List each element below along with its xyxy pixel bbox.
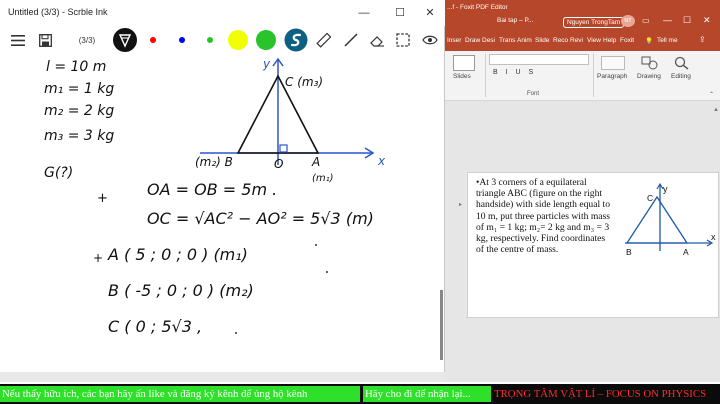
- coordinate-b: B ( -5 ; 0 ; 0 ) (m₂): [108, 281, 254, 300]
- lightbulb-icon: 💡: [645, 38, 654, 45]
- foxit-window-title: ...f - Foxit PDF Editor: [447, 4, 508, 11]
- color-blue-swatch[interactable]: [179, 37, 185, 43]
- unknown-centre-of-mass: G(?): [44, 165, 73, 181]
- ink-scrollbar[interactable]: [440, 290, 443, 360]
- shapes-icon[interactable]: [641, 56, 659, 70]
- given-mass-3: m₃ = 3 kg: [44, 128, 114, 144]
- slides-group-label: Slides: [453, 73, 471, 80]
- bottom-banner: Nếu thấy hữu ích, các bạn hãy ấn like và…: [0, 384, 720, 404]
- ink-toolbar: (3/3): [0, 26, 445, 54]
- banner-subscribe-text: Nếu thấy hữu ích, các bạn hãy ấn like và…: [0, 386, 360, 402]
- coordinate-c: C ( 0 ; 5√3 ,: [108, 317, 202, 336]
- figure-axis-y: y: [663, 184, 668, 194]
- pen-tool-button[interactable]: [112, 28, 138, 52]
- tab-insert[interactable]: Inser: [447, 37, 461, 44]
- sketch-label-a: A: [311, 155, 320, 169]
- ribbon-tab-bar: Inser Draw Desi Trans Anim Slide Reco Re…: [445, 33, 720, 51]
- figure-label-c: C: [647, 193, 653, 203]
- banner-channel-name: TRỌNG TÂM VẬT LÍ – FOCUS ON PHYSICS: [494, 388, 707, 400]
- coordinate-a: A ( 5 ; 0 ; 0 ) (m₁): [107, 245, 248, 264]
- tab-draw[interactable]: Draw: [465, 37, 480, 44]
- minimize-button[interactable]: —: [352, 4, 376, 22]
- equation-oa-ob: OA = OB = 5m .: [147, 180, 277, 199]
- tab-slideshow[interactable]: Slide: [535, 37, 549, 44]
- slide-triangle-figure: y x C B A: [625, 182, 716, 257]
- banner-give-text: Hãy cho đi để nhận lại...: [363, 386, 491, 402]
- tab-animations[interactable]: Anim: [517, 37, 532, 44]
- share-icon[interactable]: ⇪: [699, 35, 706, 44]
- tab-record[interactable]: Reco: [553, 37, 568, 44]
- editing-group-label: Editing: [671, 73, 691, 80]
- tab-foxit[interactable]: Foxit: [620, 37, 634, 44]
- close-button[interactable]: ✕: [418, 4, 442, 22]
- color-red-swatch[interactable]: [150, 37, 156, 43]
- paragraph-icon[interactable]: [601, 56, 625, 70]
- plus-marker-1: +: [97, 191, 108, 206]
- sketch-axis-x: x: [377, 154, 386, 168]
- find-icon[interactable]: [674, 56, 690, 70]
- sketch-label-o: O: [274, 157, 283, 171]
- ink-titlebar: Untitled (3/3) - Scrble Ink — ☐ ✕: [0, 0, 445, 26]
- figure-label-b: B: [626, 247, 632, 257]
- menu-icon[interactable]: [8, 28, 28, 52]
- scroll-up-icon[interactable]: ▲: [713, 107, 719, 113]
- sketch-axis-y: y: [262, 57, 271, 71]
- slide-content: •At 3 corners of a equilateral triangle …: [467, 172, 719, 318]
- font-group-label: Font: [527, 91, 540, 97]
- figure-label-a: A: [683, 247, 689, 257]
- foxit-titlebar: ...f - Foxit PDF Editor Bai tap – P... N…: [445, 0, 720, 33]
- lasso-select-icon[interactable]: [394, 28, 412, 52]
- sketch-label-b: (m₂) B: [195, 155, 233, 169]
- ink-window-title: Untitled (3/3) - Scrble Ink: [8, 7, 108, 17]
- save-icon[interactable]: [36, 28, 54, 52]
- font-name-dropdown[interactable]: [489, 54, 589, 65]
- ribbon: Slides B I U S Font Paragraph Drawing Ed…: [445, 51, 720, 101]
- view-eye-icon[interactable]: [420, 28, 440, 52]
- problem-statement: •At 3 corners of a equilateral triangle …: [476, 177, 611, 256]
- document-area: ▲ ▸ •At 3 corners of a equilateral trian…: [445, 101, 720, 382]
- color-green-swatch[interactable]: [207, 37, 213, 43]
- sketch-label-c: C (m₃): [285, 75, 323, 89]
- ink-statusbar: [0, 372, 445, 382]
- given-side-length: l = 10 m: [46, 59, 106, 75]
- ink-canvas[interactable]: l = 10 m m₁ = 1 kg m₂ = 2 kg m₃ = 3 kg G…: [0, 54, 445, 372]
- tab-view[interactable]: View: [587, 37, 601, 44]
- maximize-button[interactable]: ☐: [388, 4, 412, 22]
- plus-marker-2: +: [93, 251, 103, 265]
- tab-review[interactable]: Revi: [570, 37, 583, 44]
- tab-design[interactable]: Desi: [482, 37, 495, 44]
- new-slide-icon[interactable]: [453, 55, 475, 71]
- eraser-icon[interactable]: [368, 28, 386, 52]
- foxit-window: ...f - Foxit PDF Editor Bai tap – P... N…: [445, 0, 720, 382]
- expand-icon[interactable]: ▸: [459, 201, 462, 208]
- figure-axis-x: x: [711, 232, 716, 242]
- stroke-style-button[interactable]: [284, 28, 308, 52]
- screen: Untitled (3/3) - Scrble Ink — ☐ ✕ (3/3): [0, 0, 720, 404]
- scrble-ink-window: Untitled (3/3) - Scrble Ink — ☐ ✕ (3/3): [0, 0, 445, 382]
- page-indicator: (3/3): [78, 35, 96, 45]
- given-mass-2: m₂ = 2 kg: [44, 103, 114, 119]
- document-tab[interactable]: Bai tap – P...: [497, 17, 533, 24]
- ruler-icon[interactable]: [314, 28, 332, 52]
- tell-me-search[interactable]: Tell me: [657, 37, 678, 44]
- color-yellow-swatch[interactable]: [228, 30, 248, 50]
- font-format-buttons[interactable]: B I U S: [493, 69, 536, 76]
- paragraph-group-label: Paragraph: [597, 73, 628, 80]
- tab-transitions[interactable]: Trans: [499, 37, 515, 44]
- line-tool-icon[interactable]: [342, 28, 360, 52]
- close-button[interactable]: ✕: [703, 15, 711, 26]
- maximize-button[interactable]: ☐: [683, 15, 691, 26]
- tab-help[interactable]: Help: [603, 37, 616, 44]
- minimize-button[interactable]: —: [663, 15, 672, 25]
- drawing-group-label: Drawing: [637, 73, 661, 80]
- color-bright-green-swatch[interactable]: [256, 30, 276, 50]
- given-mass-1: m₁ = 1 kg: [44, 81, 114, 97]
- ribbon-display-icon[interactable]: ▭: [642, 16, 650, 25]
- avatar[interactable]: NT: [621, 15, 635, 27]
- equation-oc: OC = √AC² − AO² = 5√3 (m): [147, 209, 374, 228]
- collapse-ribbon-icon[interactable]: ⌃: [709, 91, 714, 98]
- sketch-label-a-mass: (m₁): [312, 173, 334, 184]
- user-name[interactable]: Nguyen TrongTam: [563, 17, 625, 28]
